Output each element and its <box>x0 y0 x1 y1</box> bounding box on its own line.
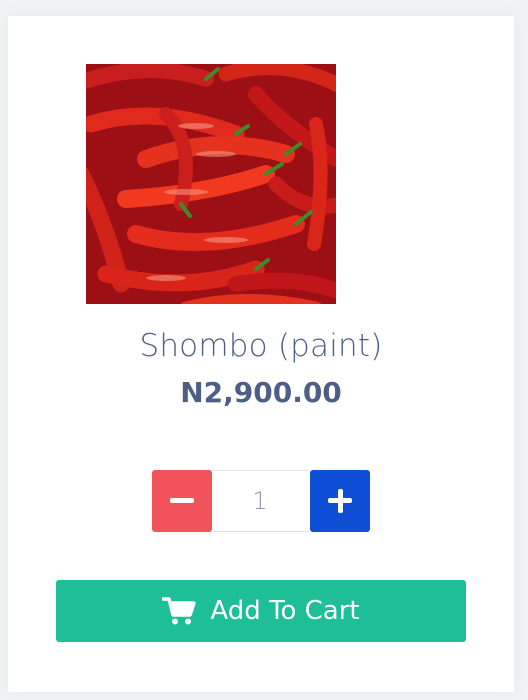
shopping-cart-icon <box>162 597 197 625</box>
product-image[interactable] <box>86 64 336 304</box>
add-to-cart-label: Add To Cart <box>210 596 360 626</box>
decrease-quantity-button[interactable] <box>152 470 212 532</box>
minus-icon <box>170 498 194 503</box>
add-to-cart-button[interactable]: Add To Cart <box>56 580 466 642</box>
product-name[interactable]: Shombo (paint) <box>8 328 514 364</box>
quantity-input[interactable] <box>212 470 308 532</box>
product-price: N2,900.00 <box>180 376 342 409</box>
chili-pepper-image <box>86 64 336 304</box>
quantity-stepper <box>152 470 370 532</box>
increase-quantity-button[interactable] <box>310 470 370 532</box>
product-card: Shombo (paint) N2,900.00 Add To Cart <box>8 16 514 692</box>
